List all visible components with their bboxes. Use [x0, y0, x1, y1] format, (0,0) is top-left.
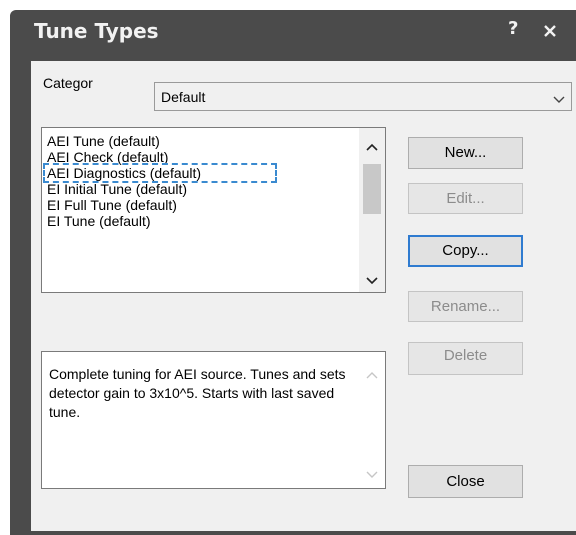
- description-text: Complete tuning for AEI source. Tunes an…: [49, 366, 346, 420]
- description-box[interactable]: Complete tuning for AEI source. Tunes an…: [41, 351, 386, 489]
- dialog-title: Tune Types: [34, 19, 159, 43]
- scroll-up-icon[interactable]: [366, 138, 378, 151]
- list-item[interactable]: EI Tune (default): [46, 213, 201, 229]
- new-button[interactable]: New...: [408, 137, 523, 169]
- list-scrollbar[interactable]: [359, 128, 385, 292]
- dialog-body: Categor Default AEI Tune (default) AEI C…: [31, 61, 576, 531]
- help-button[interactable]: ?: [508, 18, 518, 39]
- close-icon[interactable]: [542, 23, 558, 39]
- tune-type-list[interactable]: AEI Tune (default) AEI Check (default) A…: [41, 127, 386, 293]
- edit-button[interactable]: Edit...: [408, 183, 523, 214]
- scroll-down-icon: [366, 466, 378, 478]
- list-item[interactable]: EI Full Tune (default): [46, 197, 201, 213]
- list-item[interactable]: EI Initial Tune (default): [46, 181, 201, 197]
- tune-types-dialog: Tune Types ? Categor Default AEI Tune (d…: [10, 10, 576, 535]
- title-bar[interactable]: Tune Types ?: [10, 10, 576, 60]
- tune-type-items: AEI Tune (default) AEI Check (default) A…: [42, 133, 278, 229]
- category-dropdown[interactable]: Default: [154, 82, 572, 111]
- scrollbar-thumb[interactable]: [363, 164, 381, 214]
- list-item[interactable]: AEI Tune (default): [46, 133, 201, 149]
- list-item-focused[interactable]: AEI Diagnostics (default): [42, 163, 278, 183]
- scroll-down-icon[interactable]: [366, 272, 378, 285]
- scroll-up-icon: [366, 366, 378, 379]
- delete-button[interactable]: Delete: [408, 342, 523, 375]
- category-selected-value: Default: [161, 89, 206, 105]
- rename-button[interactable]: Rename...: [408, 291, 523, 322]
- description-scrollbar: [359, 352, 385, 488]
- category-label: Categor: [43, 75, 93, 91]
- copy-button[interactable]: Copy...: [408, 235, 523, 267]
- close-button[interactable]: Close: [408, 465, 523, 498]
- chevron-down-icon: [553, 92, 565, 103]
